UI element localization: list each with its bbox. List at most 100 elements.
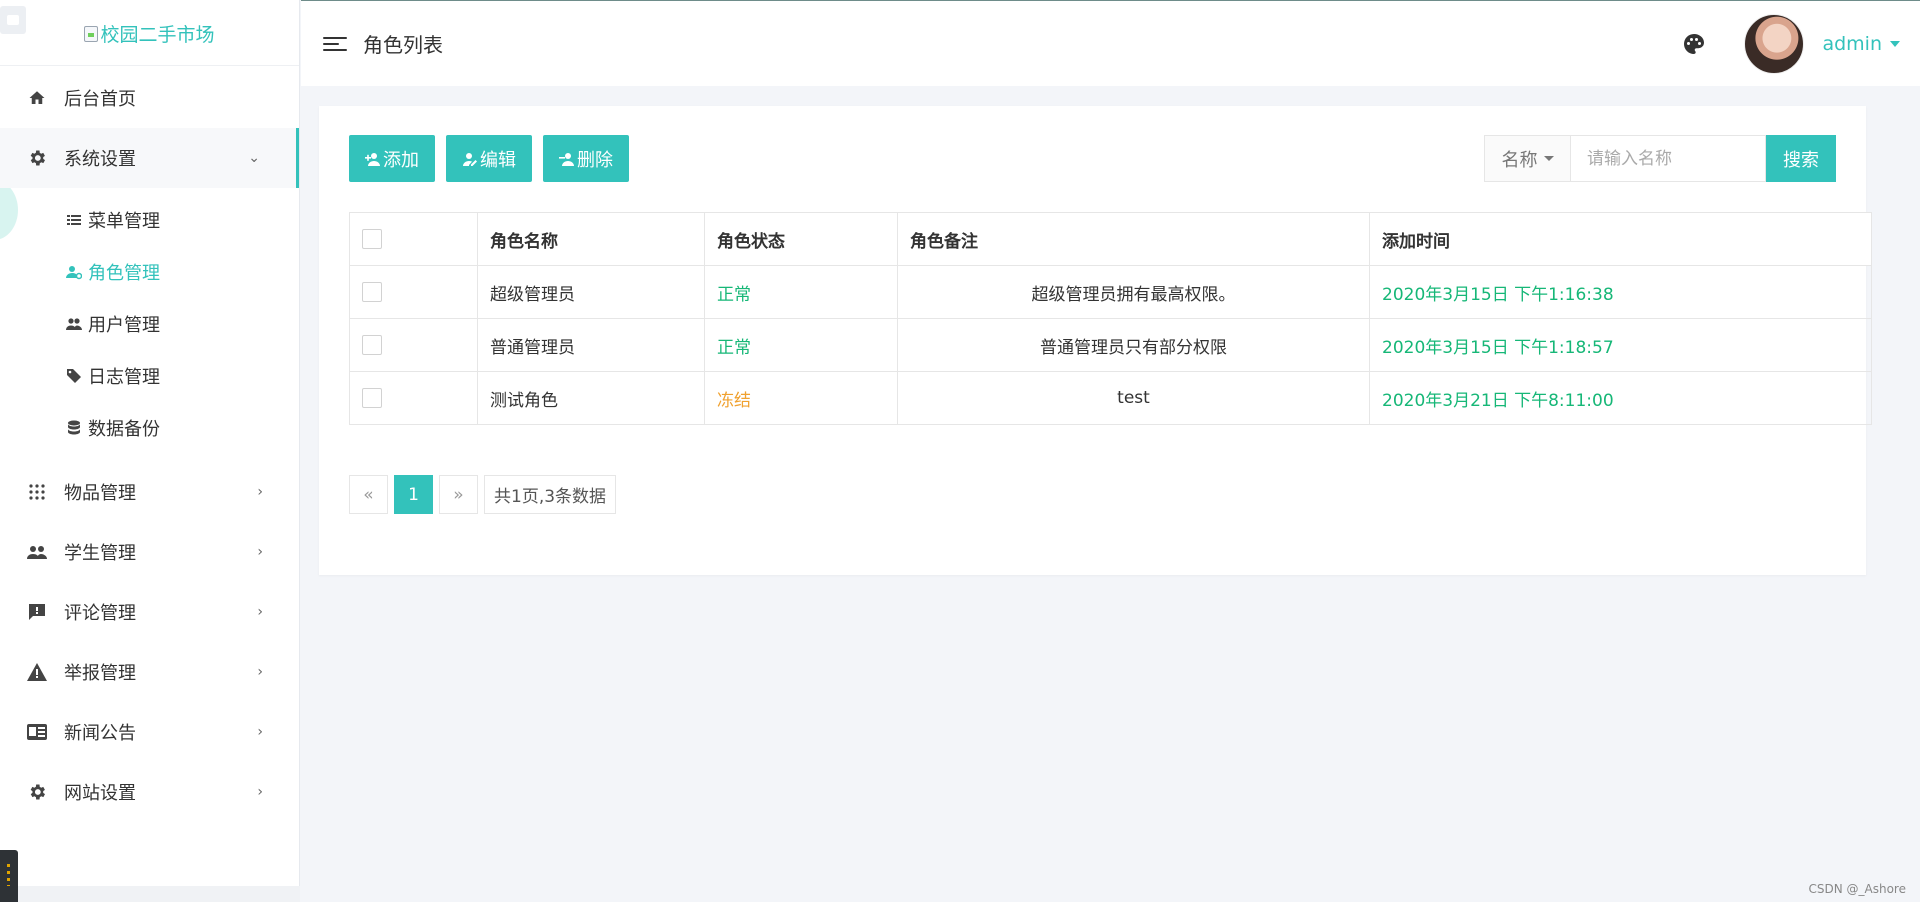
tags-icon xyxy=(66,368,82,384)
row-checkbox[interactable] xyxy=(362,388,382,408)
chevron-right-icon: › xyxy=(257,664,263,680)
role-name-cell: 普通管理员 xyxy=(477,318,705,372)
sidebar-item-goods[interactable]: 物品管理 › xyxy=(0,462,299,522)
role-name-cell: 超级管理员 xyxy=(477,265,705,319)
table-header-row: 角色名称 角色状态 角色备注 添加时间 xyxy=(349,212,1872,266)
row-checkbox[interactable] xyxy=(362,335,382,355)
column-header[interactable]: 角色备注 xyxy=(897,212,1370,266)
sidebar-item-label: 评论管理 xyxy=(64,603,136,624)
edit-button-label: 编辑 xyxy=(480,149,516,171)
sidebar-item-label: 后台首页 xyxy=(64,89,136,110)
sidebar-item-site-settings[interactable]: 网站设置 › xyxy=(0,762,299,822)
sidebar-subitem-user-management[interactable]: 用户管理 xyxy=(0,298,299,350)
caret-down-icon xyxy=(1543,156,1554,161)
sidebar-item-students[interactable]: 学生管理 › xyxy=(0,522,299,582)
sidebar-item-reports[interactable]: 举报管理 › xyxy=(0,642,299,702)
chevron-right-icon: › xyxy=(257,784,263,800)
sidebar-item-label: 新闻公告 xyxy=(64,723,136,744)
select-all-checkbox[interactable] xyxy=(362,229,382,249)
page-1-button[interactable]: 1 xyxy=(394,475,433,514)
add-button[interactable]: 添加 xyxy=(349,135,435,182)
role-name-cell: 测试角色 xyxy=(477,371,705,425)
chevron-right-icon: › xyxy=(257,724,263,740)
search-bar: 名称 搜索 xyxy=(1484,135,1836,182)
logo-broken-image: 校园二手市场 xyxy=(84,20,215,47)
sidebar-footer xyxy=(0,886,300,902)
user-role-icon xyxy=(66,264,82,280)
header-checkbox-cell xyxy=(349,212,478,266)
sidebar-subitem-role-management[interactable]: 角色管理 xyxy=(0,246,299,298)
top-header: 角色列表 admin xyxy=(301,0,1920,86)
database-icon xyxy=(66,420,82,436)
sidebar-item-comments[interactable]: 评论管理 › xyxy=(0,582,299,642)
remark-cell: test xyxy=(897,371,1370,425)
sidebar-item-news[interactable]: 新闻公告 › xyxy=(0,702,299,762)
caret-down-icon xyxy=(1890,40,1900,47)
role-list-card: 添加 编辑 删除 名称 搜索 xyxy=(319,106,1872,575)
sidebar-menu: 后台首页 系统设置 ⌄ 菜单管理 角色管理 用户管理 日志管理 数据备份 物品管… xyxy=(0,68,299,822)
sidebar-subitem-label: 数据备份 xyxy=(88,419,160,440)
row-checkbox[interactable] xyxy=(362,282,382,302)
sidebar-item-home[interactable]: 后台首页 xyxy=(0,68,299,128)
sidebar-item-label: 物品管理 xyxy=(64,483,136,504)
news-icon xyxy=(26,721,48,743)
sidebar-item-system-settings[interactable]: 系统设置 ⌄ xyxy=(0,128,299,188)
edit-button[interactable]: 编辑 xyxy=(446,135,532,182)
table-row[interactable]: 测试角色 冻结 test 2020年3月21日 下午8:11:00 xyxy=(349,371,1872,425)
user-edit-icon xyxy=(462,151,478,167)
menu-toggle-icon[interactable] xyxy=(323,34,347,54)
row-checkbox-cell xyxy=(349,371,478,425)
time-cell: 2020年3月21日 下午8:11:00 xyxy=(1369,371,1872,425)
sidebar-subitem-label: 角色管理 xyxy=(88,263,160,284)
user-remove-icon xyxy=(559,151,575,167)
logo-alt-text: 校园二手市场 xyxy=(100,24,215,46)
search-input[interactable] xyxy=(1570,135,1766,182)
sidebar-subitem-label: 用户管理 xyxy=(88,315,160,336)
sidebar-subitem-data-backup[interactable]: 数据备份 xyxy=(0,402,299,454)
list-icon xyxy=(66,212,82,228)
delete-button[interactable]: 删除 xyxy=(543,135,629,182)
search-button[interactable]: 搜索 xyxy=(1766,135,1836,182)
chevron-right-icon: › xyxy=(257,604,263,620)
time-cell: 2020年3月15日 下午1:16:38 xyxy=(1369,265,1872,319)
app-root: 校园二手市场 后台首页 系统设置 ⌄ 菜单管理 角色管理 用户管理 日志管理 数… xyxy=(0,0,1920,902)
user-menu[interactable]: admin xyxy=(1822,33,1900,55)
logo[interactable]: 校园二手市场 xyxy=(0,0,299,66)
watermark: CSDN @_Ashore xyxy=(1808,882,1907,896)
user-add-icon xyxy=(365,151,381,167)
add-button-label: 添加 xyxy=(383,149,419,171)
row-checkbox-cell xyxy=(349,265,478,319)
pagination: « 1 » 共1页,3条数据 xyxy=(349,475,617,514)
column-header[interactable]: 角色状态 xyxy=(704,212,898,266)
pagination-info: 共1页,3条数据 xyxy=(484,475,617,514)
role-table: 角色名称 角色状态 角色备注 添加时间 超级管理员 正常 超级管理员拥有最高权限… xyxy=(349,212,1872,425)
next-page-button[interactable]: » xyxy=(439,475,478,514)
prev-page-button[interactable]: « xyxy=(349,475,388,514)
sidebar-subitem-label: 菜单管理 xyxy=(88,211,160,232)
grid-icon xyxy=(26,481,48,503)
table-row[interactable]: 普通管理员 正常 普通管理员只有部分权限 2020年3月15日 下午1:18:5… xyxy=(349,318,1872,372)
chevron-right-icon: › xyxy=(257,484,263,500)
status-cell: 正常 xyxy=(704,265,898,319)
corner-widget[interactable] xyxy=(0,6,26,34)
table-row[interactable]: 超级管理员 正常 超级管理员拥有最高权限。 2020年3月15日 下午1:16:… xyxy=(349,265,1872,319)
comment-icon xyxy=(26,601,48,623)
column-header[interactable]: 添加时间 xyxy=(1369,212,1872,266)
toolbar: 添加 编辑 删除 xyxy=(349,135,629,182)
sidebar: 校园二手市场 后台首页 系统设置 ⌄ 菜单管理 角色管理 用户管理 日志管理 数… xyxy=(0,0,300,902)
system-settings-submenu: 菜单管理 角色管理 用户管理 日志管理 数据备份 xyxy=(0,188,299,462)
sidebar-item-label: 网站设置 xyxy=(64,783,136,804)
warning-icon xyxy=(26,661,48,683)
palette-icon[interactable] xyxy=(1682,32,1706,56)
scroll-widget[interactable] xyxy=(0,850,18,902)
broken-image-icon xyxy=(84,25,99,42)
sidebar-item-label: 举报管理 xyxy=(64,663,136,684)
avatar[interactable] xyxy=(1744,13,1805,74)
column-header[interactable]: 角色名称 xyxy=(477,212,705,266)
sidebar-item-label: 系统设置 xyxy=(64,149,136,170)
sidebar-item-label: 学生管理 xyxy=(64,543,136,564)
sidebar-subitem-log-management[interactable]: 日志管理 xyxy=(0,350,299,402)
search-field-select[interactable]: 名称 xyxy=(1484,135,1570,182)
sidebar-subitem-menu-management[interactable]: 菜单管理 xyxy=(0,194,299,246)
remark-cell: 普通管理员只有部分权限 xyxy=(897,318,1370,372)
